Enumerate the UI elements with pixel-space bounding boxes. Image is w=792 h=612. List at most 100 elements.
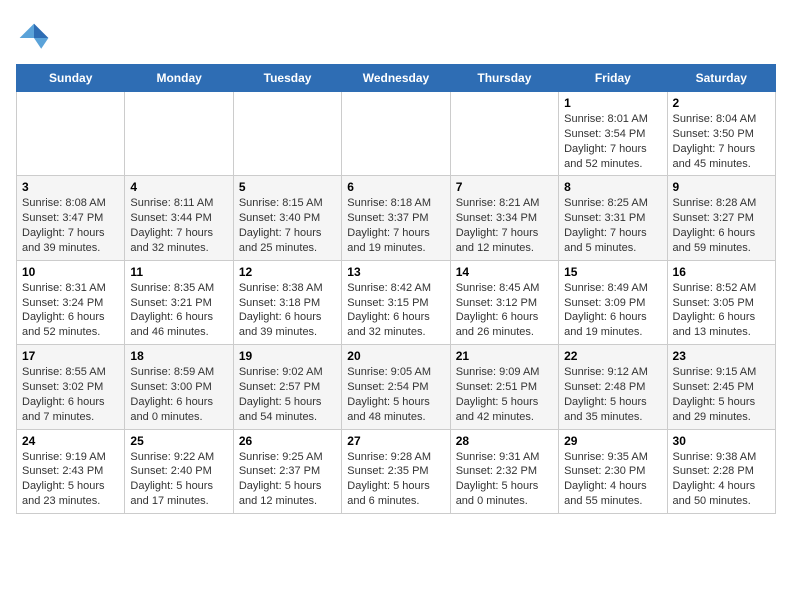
day-number: 16 <box>673 265 770 279</box>
day-content: Sunrise: 8:04 AMSunset: 3:50 PMDaylight:… <box>673 112 770 171</box>
day-content: Sunrise: 8:11 AMSunset: 3:44 PMDaylight:… <box>130 196 227 255</box>
calendar-cell <box>450 92 558 176</box>
weekday-header-tuesday: Tuesday <box>233 65 341 92</box>
day-content: Sunrise: 8:49 AMSunset: 3:09 PMDaylight:… <box>564 281 661 340</box>
day-number: 20 <box>347 349 444 363</box>
day-content: Sunrise: 8:08 AMSunset: 3:47 PMDaylight:… <box>22 196 119 255</box>
calendar-cell: 21 Sunrise: 9:09 AMSunset: 2:51 PMDayligh… <box>450 345 558 429</box>
calendar-cell: 5 Sunrise: 8:15 AMSunset: 3:40 PMDaylight… <box>233 176 341 260</box>
day-number: 7 <box>456 180 553 194</box>
calendar-cell: 6 Sunrise: 8:18 AMSunset: 3:37 PMDaylight… <box>342 176 450 260</box>
day-number: 5 <box>239 180 336 194</box>
day-content: Sunrise: 9:25 AMSunset: 2:37 PMDaylight:… <box>239 450 336 509</box>
calendar-cell: 2 Sunrise: 8:04 AMSunset: 3:50 PMDaylight… <box>667 92 775 176</box>
day-number: 1 <box>564 96 661 110</box>
day-number: 24 <box>22 434 119 448</box>
day-content: Sunrise: 9:38 AMSunset: 2:28 PMDaylight:… <box>673 450 770 509</box>
calendar-cell: 7Sunrise: 8:21 AMSunset: 3:34 PMDaylight… <box>450 176 558 260</box>
day-number: 6 <box>347 180 444 194</box>
calendar-cell: 10 Sunrise: 8:31 AMSunset: 3:24 PMDayligh… <box>17 260 125 344</box>
day-content: Sunrise: 9:02 AMSunset: 2:57 PMDaylight:… <box>239 365 336 424</box>
day-number: 13 <box>347 265 444 279</box>
calendar-cell: 30 Sunrise: 9:38 AMSunset: 2:28 PMDayligh… <box>667 429 775 513</box>
day-content: Sunrise: 8:15 AMSunset: 3:40 PMDaylight:… <box>239 196 336 255</box>
day-content: Sunrise: 8:45 AMSunset: 3:12 PMDaylight:… <box>456 281 553 340</box>
day-content: Sunrise: 8:28 AMSunset: 3:27 PMDaylight:… <box>673 196 770 255</box>
weekday-header-saturday: Saturday <box>667 65 775 92</box>
calendar-cell: 25Sunrise: 9:22 AMSunset: 2:40 PMDayligh… <box>125 429 233 513</box>
calendar-cell <box>233 92 341 176</box>
day-number: 12 <box>239 265 336 279</box>
calendar-cell: 1 Sunrise: 8:01 AMSunset: 3:54 PMDaylight… <box>559 92 667 176</box>
day-content: Sunrise: 8:52 AMSunset: 3:05 PMDaylight:… <box>673 281 770 340</box>
calendar-cell: 15 Sunrise: 8:49 AMSunset: 3:09 PMDayligh… <box>559 260 667 344</box>
day-content: Sunrise: 8:18 AMSunset: 3:37 PMDaylight:… <box>347 196 444 255</box>
day-number: 28 <box>456 434 553 448</box>
day-number: 18 <box>130 349 227 363</box>
calendar-cell: 23 Sunrise: 9:15 AMSunset: 2:45 PMDayligh… <box>667 345 775 429</box>
page-header <box>16 16 776 56</box>
calendar-cell <box>342 92 450 176</box>
weekday-header-friday: Friday <box>559 65 667 92</box>
day-number: 9 <box>673 180 770 194</box>
day-content: Sunrise: 8:38 AMSunset: 3:18 PMDaylight:… <box>239 281 336 340</box>
day-content: Sunrise: 9:09 AMSunset: 2:51 PMDaylight:… <box>456 365 553 424</box>
day-content: Sunrise: 9:15 AMSunset: 2:45 PMDaylight:… <box>673 365 770 424</box>
day-content: Sunrise: 9:05 AMSunset: 2:54 PMDaylight:… <box>347 365 444 424</box>
day-content: Sunrise: 8:59 AMSunset: 3:00 PMDaylight:… <box>130 365 227 424</box>
weekday-header-wednesday: Wednesday <box>342 65 450 92</box>
calendar-cell: 8 Sunrise: 8:25 AMSunset: 3:31 PMDaylight… <box>559 176 667 260</box>
logo <box>16 20 56 56</box>
day-number: 29 <box>564 434 661 448</box>
calendar-cell: 26 Sunrise: 9:25 AMSunset: 2:37 PMDayligh… <box>233 429 341 513</box>
calendar-cell: 29 Sunrise: 9:35 AMSunset: 2:30 PMDayligh… <box>559 429 667 513</box>
day-content: Sunrise: 8:25 AMSunset: 3:31 PMDaylight:… <box>564 196 661 255</box>
day-content: Sunrise: 9:22 AMSunset: 2:40 PMDaylight:… <box>130 450 227 509</box>
calendar: SundayMondayTuesdayWednesdayThursdayFrid… <box>16 64 776 514</box>
day-content: Sunrise: 9:35 AMSunset: 2:30 PMDaylight:… <box>564 450 661 509</box>
calendar-cell: 22 Sunrise: 9:12 AMSunset: 2:48 PMDayligh… <box>559 345 667 429</box>
day-number: 15 <box>564 265 661 279</box>
day-number: 4 <box>130 180 227 194</box>
weekday-header-row: SundayMondayTuesdayWednesdayThursdayFrid… <box>17 65 776 92</box>
day-content: Sunrise: 9:31 AMSunset: 2:32 PMDaylight:… <box>456 450 553 509</box>
calendar-cell <box>17 92 125 176</box>
day-number: 2 <box>673 96 770 110</box>
calendar-cell: 9 Sunrise: 8:28 AMSunset: 3:27 PMDaylight… <box>667 176 775 260</box>
week-row-5: 24 Sunrise: 9:19 AMSunset: 2:43 PMDayligh… <box>17 429 776 513</box>
day-number: 19 <box>239 349 336 363</box>
week-row-3: 10 Sunrise: 8:31 AMSunset: 3:24 PMDayligh… <box>17 260 776 344</box>
day-content: Sunrise: 9:12 AMSunset: 2:48 PMDaylight:… <box>564 365 661 424</box>
day-number: 21 <box>456 349 553 363</box>
day-number: 23 <box>673 349 770 363</box>
weekday-header-monday: Monday <box>125 65 233 92</box>
day-number: 26 <box>239 434 336 448</box>
day-number: 22 <box>564 349 661 363</box>
day-content: Sunrise: 8:01 AMSunset: 3:54 PMDaylight:… <box>564 112 661 171</box>
calendar-cell: 20 Sunrise: 9:05 AMSunset: 2:54 PMDayligh… <box>342 345 450 429</box>
calendar-cell <box>125 92 233 176</box>
day-number: 8 <box>564 180 661 194</box>
weekday-header-thursday: Thursday <box>450 65 558 92</box>
day-content: Sunrise: 9:28 AMSunset: 2:35 PMDaylight:… <box>347 450 444 509</box>
day-number: 30 <box>673 434 770 448</box>
calendar-cell: 3 Sunrise: 8:08 AMSunset: 3:47 PMDaylight… <box>17 176 125 260</box>
calendar-cell: 13 Sunrise: 8:42 AMSunset: 3:15 PMDayligh… <box>342 260 450 344</box>
day-content: Sunrise: 8:42 AMSunset: 3:15 PMDaylight:… <box>347 281 444 340</box>
calendar-cell: 19 Sunrise: 9:02 AMSunset: 2:57 PMDayligh… <box>233 345 341 429</box>
calendar-cell: 16 Sunrise: 8:52 AMSunset: 3:05 PMDayligh… <box>667 260 775 344</box>
day-content: Sunrise: 8:31 AMSunset: 3:24 PMDaylight:… <box>22 281 119 340</box>
calendar-cell: 17Sunrise: 8:55 AMSunset: 3:02 PMDayligh… <box>17 345 125 429</box>
week-row-4: 17Sunrise: 8:55 AMSunset: 3:02 PMDayligh… <box>17 345 776 429</box>
calendar-cell: 11Sunrise: 8:35 AMSunset: 3:21 PMDayligh… <box>125 260 233 344</box>
calendar-cell: 27 Sunrise: 9:28 AMSunset: 2:35 PMDayligh… <box>342 429 450 513</box>
day-content: Sunrise: 8:55 AMSunset: 3:02 PMDaylight:… <box>22 365 119 424</box>
calendar-cell: 12 Sunrise: 8:38 AMSunset: 3:18 PMDayligh… <box>233 260 341 344</box>
day-content: Sunrise: 9:19 AMSunset: 2:43 PMDaylight:… <box>22 450 119 509</box>
calendar-cell: 24 Sunrise: 9:19 AMSunset: 2:43 PMDayligh… <box>17 429 125 513</box>
logo-icon <box>16 20 52 56</box>
day-number: 27 <box>347 434 444 448</box>
day-number: 3 <box>22 180 119 194</box>
week-row-2: 3 Sunrise: 8:08 AMSunset: 3:47 PMDaylight… <box>17 176 776 260</box>
day-number: 10 <box>22 265 119 279</box>
